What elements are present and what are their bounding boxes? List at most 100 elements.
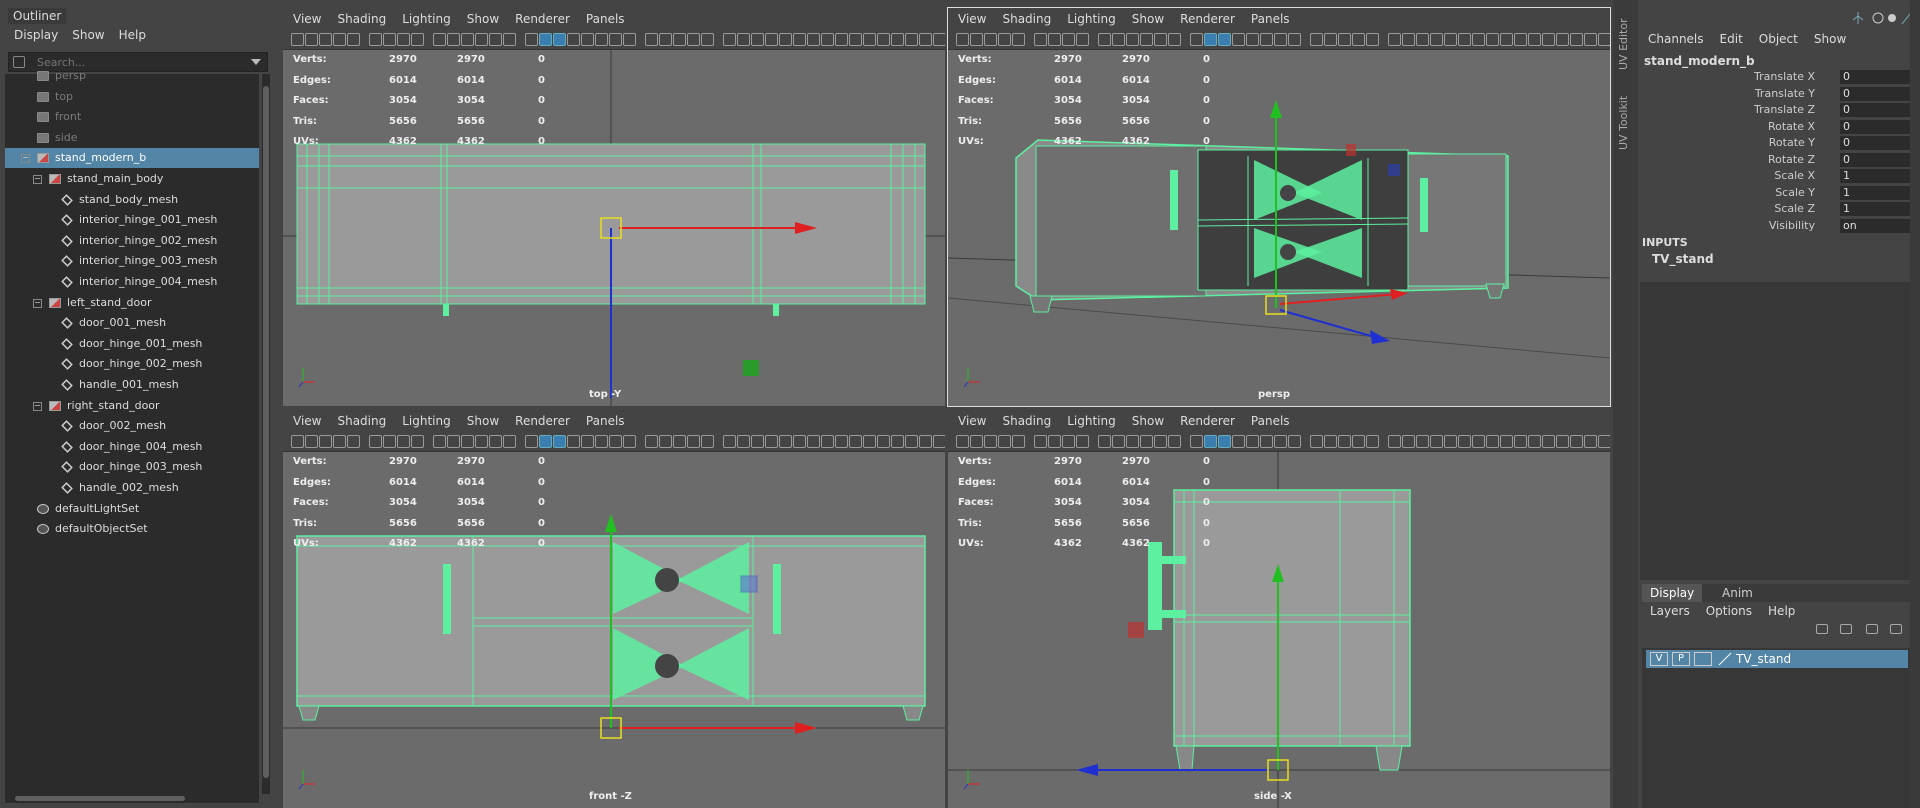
outliner-item[interactable]: stand_body_mesh (5, 190, 259, 210)
outliner-item[interactable]: door_001_mesh (5, 313, 259, 333)
viewport-tool-icon[interactable] (411, 435, 424, 448)
viewport-tool-icon[interactable] (1204, 435, 1217, 448)
attribute-value-field[interactable]: 0 (1840, 103, 1910, 117)
outliner-item[interactable]: − left_stand_door (5, 293, 259, 313)
viewport-tool-icon[interactable] (687, 435, 700, 448)
viewport-tool-icon[interactable] (411, 33, 424, 46)
move-layer-up-icon[interactable] (1816, 624, 1828, 634)
viewport-tool-icon[interactable] (701, 435, 714, 448)
viewport-tool-icon[interactable] (807, 435, 820, 448)
viewport-tool-icon[interactable] (567, 33, 580, 46)
viewport-tool-icon[interactable] (673, 435, 686, 448)
viewport-tool-icon[interactable] (1232, 33, 1245, 46)
layer-row[interactable]: V P TV_stand (1646, 650, 1908, 668)
viewport-tool-icon[interactable] (751, 435, 764, 448)
channel-attribute[interactable]: Rotate X 0 (1640, 119, 1910, 136)
channel-attribute[interactable]: Rotate Z 0 (1640, 152, 1910, 169)
menu-edit[interactable]: Edit (1720, 32, 1743, 46)
attribute-value-field[interactable]: 1 (1840, 169, 1910, 183)
viewport-tool-icon[interactable] (1338, 435, 1351, 448)
viewport-tool-icon[interactable] (1444, 435, 1457, 448)
viewport-tool-icon[interactable] (539, 435, 552, 448)
viewport-tool-icon[interactable] (1076, 33, 1089, 46)
viewport-tool-icon[interactable] (595, 33, 608, 46)
viewport-top[interactable]: View Shading Lighting Show Renderer Panels Ver… (283, 8, 945, 406)
viewport-menu-panels[interactable]: Panels (1251, 410, 1290, 432)
viewport-tool-icon[interactable] (723, 33, 736, 46)
viewport-tool-icon[interactable] (1458, 33, 1471, 46)
viewport-tool-icon[interactable] (1140, 33, 1153, 46)
viewport-tool-icon[interactable] (1458, 435, 1471, 448)
viewport-menu-panels[interactable]: Panels (586, 8, 625, 30)
channel-attribute[interactable]: Translate Z 0 (1640, 103, 1910, 119)
channel-box-icons[interactable] (1852, 10, 1912, 26)
viewport-tool-icon[interactable] (433, 435, 446, 448)
viewport-tool-icon[interactable] (933, 435, 945, 448)
viewport-menu-show[interactable]: Show (467, 8, 499, 30)
channel-attribute[interactable]: Scale Z 1 (1640, 202, 1910, 218)
channel-attribute[interactable]: Translate X 0 (1640, 70, 1910, 86)
viewport-menu-lighting[interactable]: Lighting (1067, 8, 1116, 30)
viewport-tool-icon[interactable] (1324, 33, 1337, 46)
viewport-tool-icon[interactable] (905, 435, 918, 448)
viewport-tool-icon[interactable] (1556, 435, 1569, 448)
viewport-menu-view[interactable]: View (293, 8, 321, 30)
viewport-menu-shading[interactable]: Shading (337, 8, 386, 30)
viewport-tool-icon[interactable] (1472, 33, 1485, 46)
channel-attribute[interactable]: Scale X 1 (1640, 169, 1910, 185)
viewport-menu-renderer[interactable]: Renderer (1180, 8, 1235, 30)
outliner-item[interactable]: interior_hinge_004_mesh (5, 272, 259, 292)
viewport-tool-icon[interactable] (737, 33, 750, 46)
outliner-item[interactable]: defaultObjectSet (5, 519, 259, 539)
viewport-tool-icon[interactable] (489, 435, 502, 448)
viewport-tool-icon[interactable] (1514, 33, 1527, 46)
viewport-tool-icon[interactable] (1246, 33, 1259, 46)
outliner-item[interactable]: side (5, 128, 259, 148)
viewport-tool-icon[interactable] (1190, 33, 1203, 46)
viewport-tool-icon[interactable] (369, 435, 382, 448)
viewport-tool-icon[interactable] (1352, 435, 1365, 448)
viewport-tool-icon[interactable] (835, 33, 848, 46)
outliner-item[interactable]: − right_stand_door (5, 396, 259, 416)
attribute-value-field[interactable]: on (1840, 218, 1910, 233)
viewport-tool-icon[interactable] (1260, 435, 1273, 448)
viewport-tool-icon[interactable] (645, 435, 658, 448)
viewport-menu-show[interactable]: Show (1132, 410, 1164, 432)
menu-object[interactable]: Object (1759, 32, 1798, 46)
viewport-tool-icon[interactable] (461, 33, 474, 46)
viewport-menu-panels[interactable]: Panels (1251, 8, 1290, 30)
viewport-tool-icon[interactable] (475, 33, 488, 46)
viewport-tool-icon[interactable] (447, 33, 460, 46)
viewport-tool-icon[interactable] (701, 33, 714, 46)
outliner-menu-show[interactable]: Show (72, 28, 104, 46)
viewport-tool-icon[interactable] (319, 435, 332, 448)
viewport-tool-icon[interactable] (1338, 33, 1351, 46)
viewport-tool-icon[interactable] (1324, 435, 1337, 448)
attribute-value-field[interactable]: 1 (1840, 202, 1910, 216)
viewport-tool-icon[interactable] (1098, 33, 1111, 46)
viewport-tool-icon[interactable] (1288, 435, 1301, 448)
viewport-tool-icon[interactable] (821, 33, 834, 46)
viewport-tool-icon[interactable] (347, 33, 360, 46)
viewport-tool-icon[interactable] (1570, 33, 1583, 46)
viewport-tool-icon[interactable] (1486, 435, 1499, 448)
outliner-menu-display[interactable]: Display (14, 28, 58, 46)
tab-uv-editor[interactable]: UV Editor (1617, 18, 1630, 70)
menu-channels[interactable]: Channels (1648, 32, 1704, 46)
viewport-tool-icon[interactable] (956, 435, 969, 448)
layer-name[interactable]: TV_stand (1736, 650, 1791, 668)
viewport-tool-icon[interactable] (863, 33, 876, 46)
viewport-tool-icon[interactable] (1274, 435, 1287, 448)
menu-options[interactable]: Options (1706, 604, 1752, 618)
outliner-item[interactable]: door_002_mesh (5, 416, 259, 436)
viewport-tool-icon[interactable] (581, 33, 594, 46)
channel-attribute[interactable]: Translate Y 0 (1640, 86, 1910, 103)
viewport-tool-icon[interactable] (1500, 33, 1513, 46)
layer-playback-toggle[interactable]: P (1672, 652, 1690, 666)
viewport-tool-icon[interactable] (877, 435, 890, 448)
viewport-tool-icon[interactable] (933, 33, 945, 46)
viewport-tool-icon[interactable] (609, 435, 622, 448)
viewport-tool-icon[interactable] (1034, 33, 1047, 46)
menu-help[interactable]: Help (1768, 604, 1795, 618)
viewport-tool-icon[interactable] (891, 33, 904, 46)
